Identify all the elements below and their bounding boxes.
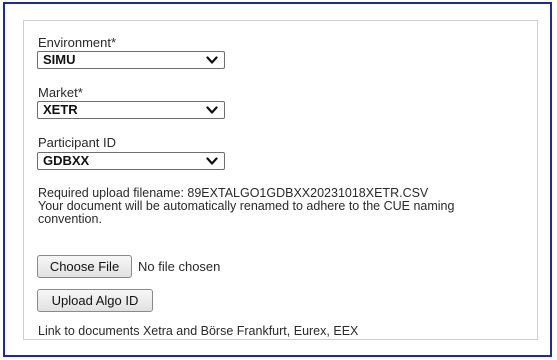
rename-notice-text: Your document will be automatically rena… — [38, 199, 455, 213]
link-eex[interactable]: EEX — [333, 324, 358, 338]
required-filename-text: Required upload filename: 89EXTALGO1GDBX… — [38, 186, 429, 200]
market-label: Market* — [38, 85, 83, 100]
chevron-down-icon — [206, 56, 218, 64]
rename-notice-continuation: convention. — [38, 212, 102, 226]
documents-prefix: Link to documents — [38, 324, 140, 338]
choose-file-button[interactable]: Choose File — [37, 255, 132, 278]
environment-select[interactable]: SIMU — [37, 51, 225, 69]
environment-select-value: SIMU — [43, 52, 76, 67]
window-frame: Environment* SIMU Market* XETR Participa… — [3, 2, 552, 357]
documents-separator: , — [326, 324, 330, 338]
link-xetra-boerse-frankfurt[interactable]: Xetra and Börse Frankfurt — [143, 324, 287, 338]
upload-algo-id-button[interactable]: Upload Algo ID — [37, 289, 153, 312]
market-select-value: XETR — [43, 102, 78, 117]
file-status-text: No file chosen — [138, 259, 221, 274]
documents-separator: , — [286, 324, 291, 338]
chevron-down-icon — [206, 106, 218, 114]
participant-id-label: Participant ID — [38, 135, 117, 150]
link-eurex[interactable]: Eurex — [294, 324, 327, 338]
documents-links-line: Link to documents Xetra and Börse Frankf… — [38, 324, 358, 338]
environment-label: Environment* — [38, 35, 117, 50]
chevron-down-icon — [206, 157, 218, 165]
market-select[interactable]: XETR — [37, 101, 225, 119]
participant-id-select[interactable]: GDBXX — [37, 152, 225, 170]
participant-id-select-value: GDBXX — [43, 153, 90, 168]
upload-form-panel: Environment* SIMU Market* XETR Participa… — [23, 20, 538, 340]
